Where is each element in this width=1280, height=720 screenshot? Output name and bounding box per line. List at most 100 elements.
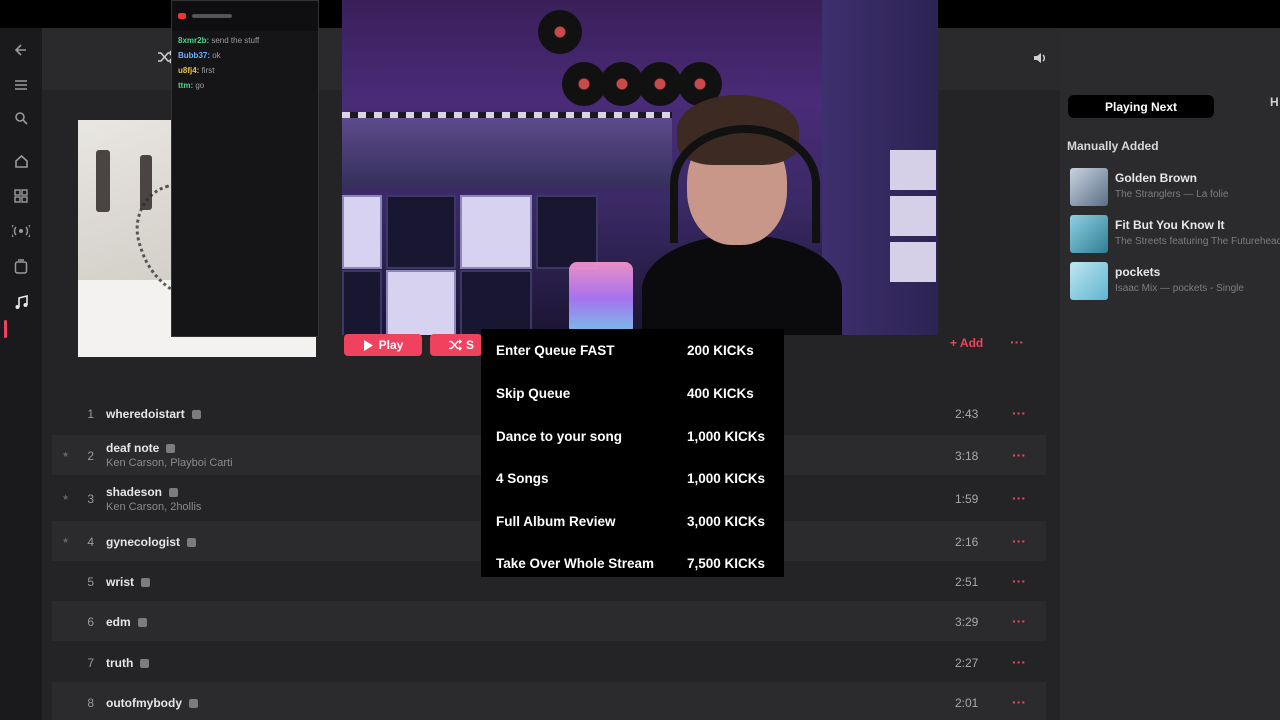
explicit-badge-icon <box>141 578 151 588</box>
table-row[interactable]: 7 truth 2:27 ··· <box>52 642 1046 682</box>
track-title-text: truth <box>106 656 134 670</box>
favorite-star-icon: ★ <box>62 536 70 545</box>
track-number: 4 <box>87 535 94 549</box>
library-icon[interactable] <box>11 256 31 276</box>
album-artwork-figure <box>96 150 110 212</box>
kicks-menu-item: 4 Songs 1,000 KICKs <box>481 457 784 499</box>
track-title: wrist <box>106 575 151 589</box>
track-title: deaf note <box>106 441 176 455</box>
track-duration: 1:59 <box>955 492 979 506</box>
track-more-button[interactable]: ··· <box>1012 573 1026 589</box>
track-title-text: gynecologist <box>106 535 181 549</box>
track-title-text: deaf note <box>106 441 160 455</box>
table-row[interactable]: 8 outofmybody 2:01 ··· <box>52 682 1046 720</box>
queue-section-heading: Manually Added <box>1067 139 1159 153</box>
kicks-menu-overlay: Enter Queue FAST 200 KICKs Skip Queue 40… <box>481 329 784 577</box>
streamer <box>642 95 842 335</box>
queue-item-title: Fit But You Know It <box>1115 218 1225 232</box>
shuffle-button-label: S <box>466 338 475 352</box>
chat-username: Bubb37: <box>178 51 210 60</box>
track-title-text: outofmybody <box>106 696 182 710</box>
queue-item[interactable]: Golden Brown The Stranglers — La folie <box>1070 168 1280 208</box>
music-note-icon[interactable] <box>11 292 31 312</box>
chat-username: u8fj4: <box>178 66 200 75</box>
track-number: 2 <box>87 449 94 463</box>
explicit-badge-icon <box>189 699 198 709</box>
queue-item-subtitle: Isaac Mix — pockets - Single <box>1115 283 1244 294</box>
track-duration: 2:51 <box>955 575 979 589</box>
shuffle-icon <box>449 339 462 351</box>
track-title-text: wheredoistart <box>106 407 185 421</box>
add-button[interactable]: + Add <box>950 336 983 350</box>
track-more-button[interactable]: ··· <box>1012 613 1026 629</box>
kicks-item-name: Dance to your song <box>496 428 623 444</box>
kicks-item-price: 7,500 KICKs <box>687 555 766 571</box>
chat-text: first <box>201 66 215 75</box>
kicks-menu-item: Take Over Whole Stream 7,500 KICKs <box>481 542 784 584</box>
kicks-item-price: 200 KICKs <box>687 342 754 358</box>
chat-header-bar <box>192 14 232 18</box>
chat-username: ttm: <box>178 81 194 90</box>
tab-history[interactable]: H <box>1270 95 1280 118</box>
track-more-button[interactable]: ··· <box>1012 447 1026 463</box>
chat-message: u8fj4: first <box>178 66 312 76</box>
track-duration: 2:27 <box>955 656 979 670</box>
track-artist[interactable]: Ken Carson, 2hollis <box>106 501 201 513</box>
volume-icon[interactable] <box>1026 44 1054 72</box>
shelf-cube <box>536 195 598 269</box>
chat-text: go <box>195 81 205 90</box>
chat-message: Bubb37: ok <box>178 51 312 61</box>
kicks-menu-item: Skip Queue 400 KICKs <box>481 372 784 414</box>
track-number: 8 <box>87 696 94 710</box>
shuffle-button[interactable]: S <box>430 334 482 356</box>
queue-item[interactable]: pockets Isaac Mix — pockets - Single <box>1070 262 1280 302</box>
add-button-label: Add <box>959 336 984 350</box>
track-title: edm <box>106 615 147 629</box>
webcam-overlay <box>342 0 938 335</box>
kicks-item-name: 4 Songs <box>496 470 549 486</box>
track-more-button[interactable]: ··· <box>1012 654 1026 670</box>
sidebar-active-indicator <box>4 320 7 338</box>
track-more-button[interactable]: ··· <box>1012 694 1026 710</box>
play-button[interactable]: Play <box>344 334 422 356</box>
back-arrow-icon[interactable] <box>11 40 31 60</box>
table-row[interactable]: 6 edm 3:29 ··· <box>52 601 1046 641</box>
track-title: shadeson <box>106 485 179 499</box>
kicks-item-price: 1,000 KICKs <box>687 470 766 486</box>
queue-item-artwork <box>1070 168 1108 206</box>
track-more-button[interactable]: ··· <box>1012 490 1026 506</box>
track-number: 5 <box>87 575 94 589</box>
queue-item-artwork <box>1070 215 1108 253</box>
explicit-badge-icon <box>191 410 201 420</box>
shelf-cube <box>342 270 382 335</box>
chat-overlay: 8xmr2b: send the stuff Bubb37: ok u8fj4:… <box>171 0 319 337</box>
track-more-button[interactable]: ··· <box>1012 405 1026 421</box>
home-icon[interactable] <box>11 151 31 171</box>
lamp <box>569 262 633 335</box>
explicit-badge-icon <box>140 659 150 669</box>
kicks-item-name: Full Album Review <box>496 513 616 529</box>
grid-icon[interactable] <box>11 186 31 206</box>
shelf <box>342 118 672 188</box>
kicks-menu-item: Full Album Review 3,000 KICKs <box>481 500 784 542</box>
sidebar <box>0 28 42 720</box>
track-title-text: shadeson <box>106 485 163 499</box>
queue-item-subtitle: The Streets featuring The Futureheads <box>1115 236 1280 247</box>
chat-message: ttm: go <box>178 81 312 91</box>
track-number: 7 <box>87 656 94 670</box>
track-more-button[interactable]: ··· <box>1012 533 1026 549</box>
kicks-menu-item: Enter Queue FAST 200 KICKs <box>481 329 784 371</box>
queue-item[interactable]: Fit But You Know It The Streets featurin… <box>1070 215 1280 255</box>
more-options-button[interactable]: ··· <box>1010 334 1024 350</box>
drawer <box>890 150 936 190</box>
drawer <box>890 242 936 282</box>
favorite-star-icon: ★ <box>62 493 70 502</box>
menu-icon[interactable] <box>11 75 31 95</box>
track-artist[interactable]: Ken Carson, Playboi Carti <box>106 457 233 469</box>
track-number: 3 <box>87 492 94 506</box>
kicks-item-name: Take Over Whole Stream <box>496 555 655 571</box>
shelf-cube <box>386 270 456 335</box>
search-icon[interactable] <box>11 108 31 128</box>
radio-icon[interactable] <box>11 221 31 241</box>
tab-playing-next[interactable]: Playing Next <box>1068 95 1214 118</box>
